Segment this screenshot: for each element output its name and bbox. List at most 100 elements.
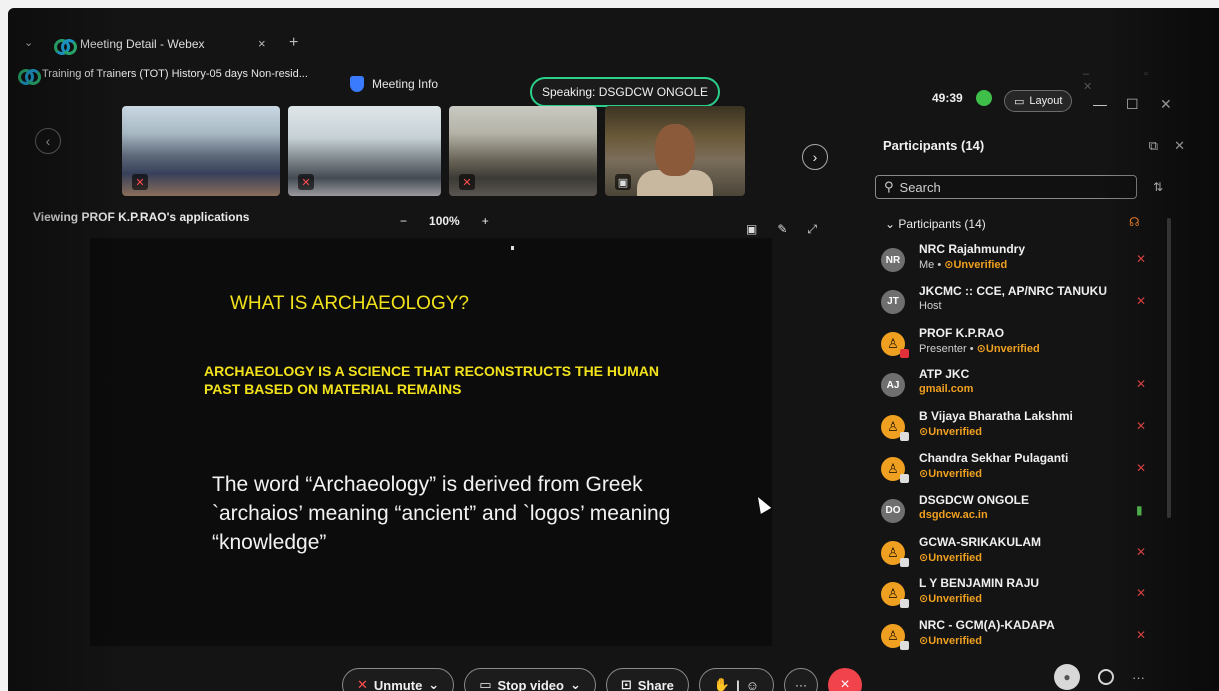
participant-sub: Presenter • ⊙Unverified (919, 342, 1040, 355)
sort-icon[interactable]: ⇅ (1153, 180, 1163, 194)
tab-close-icon[interactable]: × (258, 36, 266, 51)
participant-row[interactable]: ♙ L Y BENJAMIN RAJU ⊙Unverified ✕ (881, 576, 1171, 618)
participant-row[interactable]: NR NRC Rajahmundry Me • ⊙Unverified ✕ (881, 242, 1171, 284)
mic-active-icon[interactable]: ▮ (1136, 503, 1143, 517)
mic-muted-icon[interactable]: ✕ (1136, 419, 1146, 433)
webex-logo-icon (54, 38, 77, 55)
participants-toggle-icon[interactable]: ● (1054, 664, 1080, 690)
participant-row[interactable]: ♙ PROF K.P.RAO Presenter • ⊙Unverified (881, 326, 1171, 368)
avatar-initials: AJ (886, 379, 900, 391)
mic-muted-icon[interactable]: ✕ (1136, 252, 1146, 266)
avatar: DO (881, 498, 905, 523)
participant-row[interactable]: ♙ GCWA-SRIKAKULAM ⊙Unverified ✕ (881, 535, 1171, 577)
share-icon: ⊡ (620, 677, 632, 691)
zoom-level[interactable]: 100% (429, 214, 460, 228)
avatar: ♙ (881, 624, 909, 651)
shared-content[interactable]: WHAT IS ARCHAEOLOGY? ARCHAEOLOGY IS A SC… (90, 238, 772, 646)
participant-sub: gmail.com (919, 383, 973, 395)
unverified-icon: ⊙ (976, 342, 986, 355)
maximize-icon[interactable]: ☐ (1126, 96, 1139, 113)
participants-group-header[interactable]: ⌄ Participants (14) (885, 217, 986, 231)
stop-video-button[interactable]: ▭ Stop video ⌄ (464, 668, 596, 691)
person-icon: ♙ (887, 586, 899, 602)
close-window-icon[interactable]: ✕ (1160, 96, 1172, 113)
emoji-icon: ☺ (745, 677, 760, 691)
participant-sub: ⊙Unverified (919, 425, 982, 438)
mic-muted-icon[interactable]: ✕ (1136, 545, 1146, 559)
participant-name: NRC Rajahmundry (919, 242, 1026, 256)
mic-muted-icon[interactable]: ✕ (1136, 461, 1146, 475)
mic-muted-icon: ✕ (132, 174, 148, 190)
minimize-icon[interactable]: — (1093, 96, 1107, 112)
fullscreen-icon[interactable]: ⤢ (807, 222, 817, 237)
participant-name: JKCMC :: CCE, AP/NRC TANUKU (919, 283, 1107, 298)
annotate-icon[interactable]: ▣ (746, 222, 757, 237)
person-icon: ♙ (887, 544, 899, 560)
participant-row[interactable]: DO DSGDCW ONGOLE dsgdcw.ac.in ▮ (881, 493, 1171, 535)
more-panels-icon[interactable]: ··· (1132, 670, 1145, 685)
participant-search-input[interactable]: ⚲ Search (875, 175, 1137, 199)
avatar-initials: DO (885, 505, 901, 517)
camera-icon: ▭ (479, 677, 492, 691)
avatar-initials: NR (885, 254, 901, 266)
participant-status: Unverified (985, 342, 1040, 355)
video-thumbnail[interactable]: ✕ (122, 106, 280, 196)
new-tab-button[interactable]: + (289, 34, 298, 52)
video-thumbnail[interactable]: ✕ (449, 106, 597, 196)
unverified-icon: ⊙ (919, 593, 929, 606)
participant-status: gmail.com (919, 383, 974, 396)
avatar-initials: JT (887, 296, 899, 308)
participant-name: ATP JKC (919, 367, 970, 382)
avatar: ♙ (881, 331, 909, 358)
reactions-button[interactable]: ✋ | ☺ (698, 668, 775, 691)
mic-muted-icon[interactable]: ✕ (1136, 294, 1146, 308)
speaker-figure (655, 124, 695, 176)
thumbnails-next-icon[interactable]: › (802, 144, 828, 170)
device-badge-icon (900, 557, 909, 567)
participant-status: Unverified (928, 426, 983, 439)
mute-all-icon[interactable]: ☊ (1129, 215, 1140, 229)
speaking-indicator: Speaking: DSGDCW ONGOLE (530, 77, 721, 107)
device-badge-icon (900, 599, 909, 609)
participant-status: Unverified (928, 467, 983, 480)
participant-row[interactable]: AJ ATP JKC gmail.com ✕ (881, 367, 1171, 409)
unmute-button[interactable]: ✕ Unmute ⌄ (342, 668, 455, 691)
slide-subheading: ARCHAEOLOGY IS A SCIENCE THAT RECONSTRUC… (204, 363, 660, 397)
stop-video-label: Stop video (497, 677, 564, 691)
avatar: ♙ (881, 415, 909, 442)
mic-muted-icon[interactable]: ✕ (1136, 586, 1146, 600)
thumbnails-prev-icon[interactable]: ‹ (35, 128, 61, 154)
participant-row[interactable]: ♙ NRC - GCM(A)-KADAPA ⊙Unverified ✕ (881, 618, 1171, 660)
browser-tab[interactable]: Meeting Detail - Webex (54, 32, 304, 56)
zoom-in-button[interactable]: + (482, 214, 489, 228)
speaking-label: Speaking: DSGDCW ONGOLE (542, 85, 709, 99)
pen-icon[interactable]: ✎ (777, 222, 787, 237)
participant-row[interactable]: JT JKCMC :: CCE, AP/NRC TANUKU Host ✕ (881, 284, 1171, 326)
tab-title: Meeting Detail - Webex (80, 37, 205, 51)
close-panel-icon[interactable]: ✕ (1174, 138, 1185, 154)
participant-row[interactable]: ♙ Chandra Sekhar Pulaganti ⊙Unverified ✕ (881, 451, 1171, 493)
panel-toggles: ● ··· (1054, 664, 1145, 690)
mic-muted-icon[interactable]: ✕ (1136, 628, 1146, 642)
active-speaker-thumbnail[interactable]: ▣ (605, 106, 745, 196)
divider: | (736, 677, 740, 691)
mic-muted-icon: ✕ (298, 174, 314, 190)
view-tools: ▣ ✎ ⤢ (746, 222, 817, 237)
mic-muted-icon[interactable]: ✕ (1136, 377, 1146, 391)
tab-list-chevron-icon[interactable]: ⌄ (24, 36, 33, 49)
meeting-info-button[interactable]: Meeting Info (350, 76, 438, 92)
share-button[interactable]: ⊡ Share (605, 668, 689, 691)
participant-sub: Me • ⊙Unverified (919, 258, 1007, 271)
popout-icon[interactable]: ⧉ (1149, 138, 1158, 154)
layout-label: Layout (1029, 95, 1063, 107)
participant-row[interactable]: ♙ B Vijaya Bharatha Lakshmi ⊙Unverified ✕ (881, 409, 1171, 451)
zoom-out-button[interactable]: − (400, 214, 407, 228)
video-thumbnail[interactable]: ✕ (288, 106, 441, 196)
meeting-timer: 49:39 (932, 91, 963, 105)
end-meeting-button[interactable]: × (828, 668, 863, 691)
chat-icon[interactable] (1098, 669, 1114, 685)
more-options-button[interactable]: ··· (784, 668, 819, 691)
device-badge-icon (900, 641, 909, 651)
layout-button[interactable]: ▭ Layout (1004, 90, 1073, 112)
connection-status-icon[interactable] (976, 90, 992, 106)
